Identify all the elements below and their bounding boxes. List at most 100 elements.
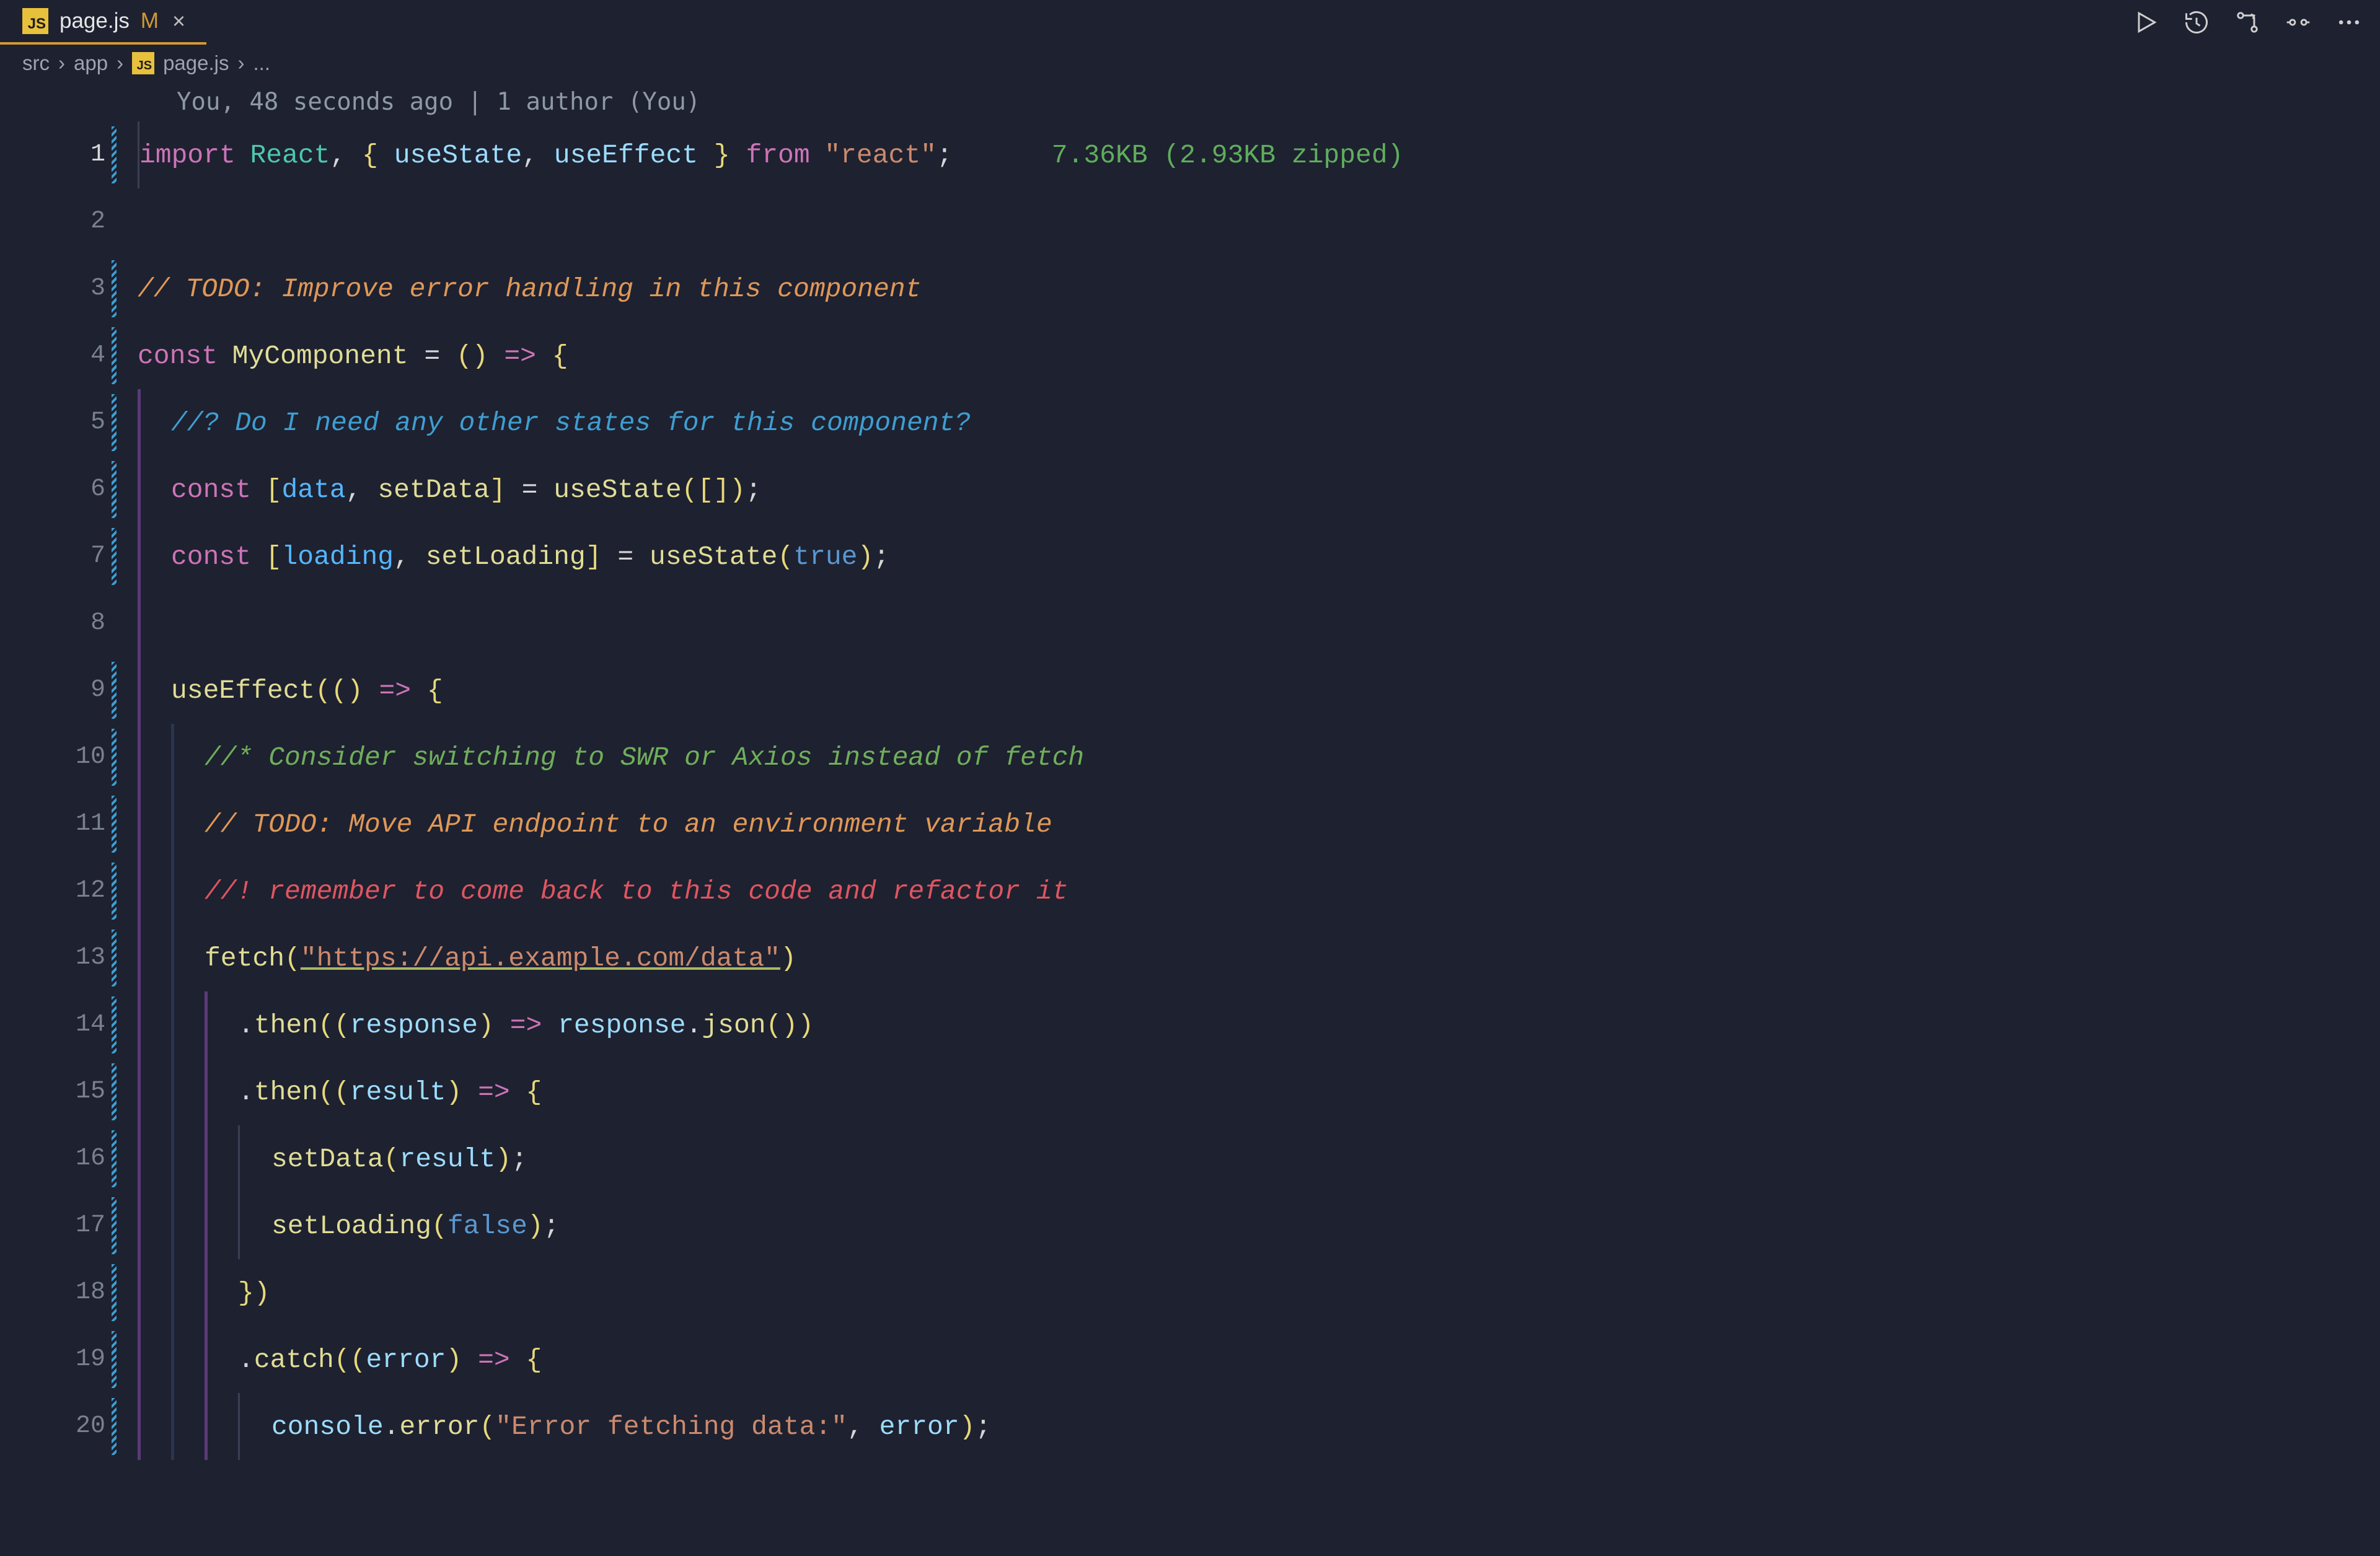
code-line[interactable]: 15 .then((result) => { bbox=[0, 1058, 2380, 1125]
keyword: const bbox=[171, 543, 251, 570]
breadcrumb-segment[interactable]: app bbox=[74, 51, 108, 75]
line-number[interactable]: 10 bbox=[0, 724, 117, 791]
gutter-modified-marker bbox=[112, 996, 117, 1053]
identifier: useState bbox=[553, 477, 681, 503]
indent-guide bbox=[205, 1125, 238, 1192]
code-line[interactable]: 19 .catch((error) => { bbox=[0, 1326, 2380, 1393]
code-line[interactable]: 8 bbox=[0, 590, 2380, 657]
indent-guide bbox=[171, 858, 205, 925]
indent-guide bbox=[138, 991, 171, 1058]
indent-guide bbox=[171, 1326, 205, 1393]
more-icon[interactable] bbox=[2335, 9, 2363, 36]
code-line[interactable]: 16 setData(result); bbox=[0, 1125, 2380, 1192]
identifier: then bbox=[254, 1079, 318, 1105]
tab-modified-indicator: M bbox=[141, 9, 159, 33]
code-line[interactable]: 17 setLoading(false); bbox=[0, 1192, 2380, 1259]
keyword: from bbox=[746, 142, 809, 169]
comment-alert: //! remember to come back to this code a… bbox=[205, 878, 1068, 905]
gutter-modified-marker bbox=[112, 327, 117, 384]
breadcrumb-segment[interactable]: src bbox=[22, 51, 50, 75]
js-file-icon: JS bbox=[132, 52, 154, 74]
line-number[interactable]: 14 bbox=[0, 991, 117, 1058]
identifier: json bbox=[702, 1012, 765, 1039]
line-number[interactable]: 3 bbox=[0, 255, 117, 322]
breadcrumb[interactable]: src › app › JS page.js › ... bbox=[0, 45, 2380, 82]
compare-icon[interactable] bbox=[2234, 9, 2261, 36]
line-number[interactable]: 4 bbox=[0, 322, 117, 389]
line-number[interactable]: 9 bbox=[0, 657, 117, 724]
breadcrumb-ellipsis[interactable]: ... bbox=[253, 51, 270, 75]
code-line[interactable]: 4 const MyComponent = () => { bbox=[0, 322, 2380, 389]
identifier: useEffect bbox=[171, 677, 315, 704]
line-number[interactable]: 8 bbox=[0, 590, 117, 657]
gutter-modified-marker bbox=[112, 863, 117, 920]
code-line[interactable]: 11 // TODO: Move API endpoint to an envi… bbox=[0, 791, 2380, 858]
identifier: MyComponent bbox=[232, 343, 408, 369]
code-line[interactable]: 5 //? Do I need any other states for thi… bbox=[0, 389, 2380, 456]
git-blame-codelens[interactable]: You, 48 seconds ago | 1 author (You) bbox=[177, 90, 700, 114]
comment-todo: // TODO: Improve error handling in this … bbox=[138, 276, 921, 302]
history-icon[interactable] bbox=[2183, 9, 2210, 36]
indent-guide bbox=[171, 991, 205, 1058]
tab-bar: JS page.js M × bbox=[0, 0, 2380, 45]
identifier: setLoading bbox=[271, 1213, 431, 1239]
indent-guide bbox=[205, 1393, 238, 1460]
identifier: useEffect bbox=[554, 142, 698, 169]
code-line[interactable]: 12 //! remember to come back to this cod… bbox=[0, 858, 2380, 925]
split-icon[interactable] bbox=[2285, 9, 2312, 36]
code-line[interactable]: 18 }) bbox=[0, 1259, 2380, 1326]
indent-guide bbox=[205, 1326, 238, 1393]
line-number[interactable]: 11 bbox=[0, 791, 117, 858]
code-line[interactable]: 1 import React, { useState, useEffect } … bbox=[0, 121, 2380, 188]
indent-guide bbox=[205, 1259, 238, 1326]
keyword: const bbox=[138, 343, 218, 369]
string-url[interactable]: "https://api.example.com/data" bbox=[301, 945, 780, 972]
code-line[interactable]: 2 bbox=[0, 188, 2380, 255]
code-line[interactable]: 10 //* Consider switching to SWR or Axio… bbox=[0, 724, 2380, 791]
indent-guide bbox=[138, 1259, 171, 1326]
line-number[interactable]: 19 bbox=[0, 1326, 117, 1393]
indent-guide bbox=[138, 456, 171, 523]
line-number[interactable]: 1 bbox=[0, 121, 117, 188]
identifier: setData bbox=[377, 477, 490, 503]
code-editor[interactable]: You, 48 seconds ago | 1 author (You) 1 i… bbox=[0, 82, 2380, 1460]
code-line[interactable]: 7 const [loading, setLoading] = useState… bbox=[0, 523, 2380, 590]
code-line[interactable]: 3 // TODO: Improve error handling in thi… bbox=[0, 255, 2380, 322]
indent-guide bbox=[205, 991, 238, 1058]
identifier: loading bbox=[281, 543, 394, 570]
code-line[interactable]: 6 const [data, setData] = useState([]); bbox=[0, 456, 2380, 523]
editor-tab[interactable]: JS page.js M × bbox=[0, 0, 206, 45]
line-number[interactable]: 20 bbox=[0, 1393, 117, 1460]
line-number[interactable]: 17 bbox=[0, 1192, 117, 1259]
editor-actions bbox=[2132, 0, 2363, 45]
code-line[interactable]: 14 .then((response) => response.json()) bbox=[0, 991, 2380, 1058]
run-icon[interactable] bbox=[2132, 9, 2159, 36]
identifier: catch bbox=[254, 1347, 334, 1373]
gutter-modified-marker bbox=[112, 1197, 117, 1254]
line-number[interactable]: 16 bbox=[0, 1125, 117, 1192]
line-number[interactable]: 13 bbox=[0, 925, 117, 991]
line-number[interactable]: 15 bbox=[0, 1058, 117, 1125]
indent-guide bbox=[171, 1125, 205, 1192]
string-literal: "Error fetching data:" bbox=[495, 1413, 847, 1440]
indent-guide bbox=[171, 791, 205, 858]
comment-todo: // TODO: Move API endpoint to an environ… bbox=[205, 811, 1052, 838]
gutter-modified-marker bbox=[112, 528, 117, 585]
line-number[interactable]: 6 bbox=[0, 456, 117, 523]
gutter-modified-marker bbox=[112, 1331, 117, 1388]
boolean: true bbox=[793, 543, 857, 570]
indent-guide bbox=[205, 1192, 238, 1259]
line-number[interactable]: 2 bbox=[0, 188, 117, 255]
indent-guide bbox=[138, 1393, 171, 1460]
identifier: then bbox=[254, 1012, 318, 1039]
code-line[interactable]: 13 fetch("https://api.example.com/data") bbox=[0, 925, 2380, 991]
breadcrumb-segment[interactable]: page.js bbox=[163, 51, 229, 75]
code-line[interactable]: 9 useEffect(() => { bbox=[0, 657, 2380, 724]
line-number[interactable]: 5 bbox=[0, 389, 117, 456]
indent-guide bbox=[238, 1125, 271, 1192]
line-number[interactable]: 12 bbox=[0, 858, 117, 925]
close-icon[interactable]: × bbox=[170, 8, 188, 34]
line-number[interactable]: 18 bbox=[0, 1259, 117, 1326]
line-number[interactable]: 7 bbox=[0, 523, 117, 590]
code-line[interactable]: 20 console.error("Error fetching data:",… bbox=[0, 1393, 2380, 1460]
